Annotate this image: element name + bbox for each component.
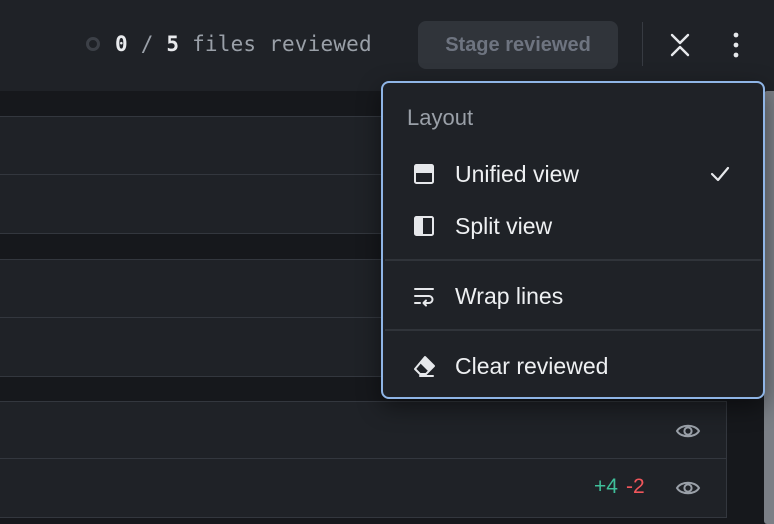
menu-item-split-view[interactable]: Split view <box>383 201 763 249</box>
review-progress: 0 / 5 files reviewed <box>86 31 372 57</box>
eye-icon[interactable] <box>675 475 701 501</box>
menu-item-label: Split view <box>455 213 553 239</box>
scrollbar-thumb[interactable] <box>764 91 774 524</box>
menu-item-label: Clear reviewed <box>455 353 609 379</box>
menu-item-unified-view[interactable]: Unified view <box>383 149 763 197</box>
reviewed-count: 0 <box>115 32 128 56</box>
reviewed-suffix: files reviewed <box>192 32 372 56</box>
diff-toolbar: 0 / 5 files reviewed Stage reviewed <box>0 0 774 91</box>
total-count: 5 <box>166 32 180 56</box>
menu-separator <box>385 259 761 261</box>
diff-stats: +4 -2 <box>594 475 645 499</box>
review-progress-text: 0 / 5 files reviewed <box>115 32 372 56</box>
menu-item-clear-reviewed[interactable]: Clear reviewed <box>383 341 763 389</box>
menu-item-label: Unified view <box>455 161 579 187</box>
menu-separator <box>385 329 761 331</box>
progress-ring-icon <box>86 37 100 51</box>
checkmark-icon <box>710 166 730 182</box>
count-separator: / <box>140 32 154 56</box>
eraser-icon <box>414 356 435 377</box>
toolbar-divider <box>642 22 643 66</box>
more-options-button[interactable] <box>718 27 754 63</box>
wrap-lines-icon <box>414 288 434 307</box>
lines-added: +4 <box>594 475 618 498</box>
split-view-icon <box>414 216 434 236</box>
eye-icon[interactable] <box>675 418 701 444</box>
file-row[interactable] <box>0 401 727 459</box>
stage-reviewed-button[interactable]: Stage reviewed <box>418 21 618 69</box>
menu-section-header: Layout <box>407 105 474 130</box>
collapse-all-button[interactable] <box>662 27 698 63</box>
unified-view-icon <box>414 164 434 184</box>
kebab-menu-icon <box>733 32 739 58</box>
collapse-vertical-icon <box>670 33 690 57</box>
layout-menu: Layout Unified view Split view Wrap line… <box>381 81 765 399</box>
menu-item-wrap-lines[interactable]: Wrap lines <box>383 271 763 319</box>
menu-item-label: Wrap lines <box>455 283 564 309</box>
lines-removed: -2 <box>625 475 645 498</box>
